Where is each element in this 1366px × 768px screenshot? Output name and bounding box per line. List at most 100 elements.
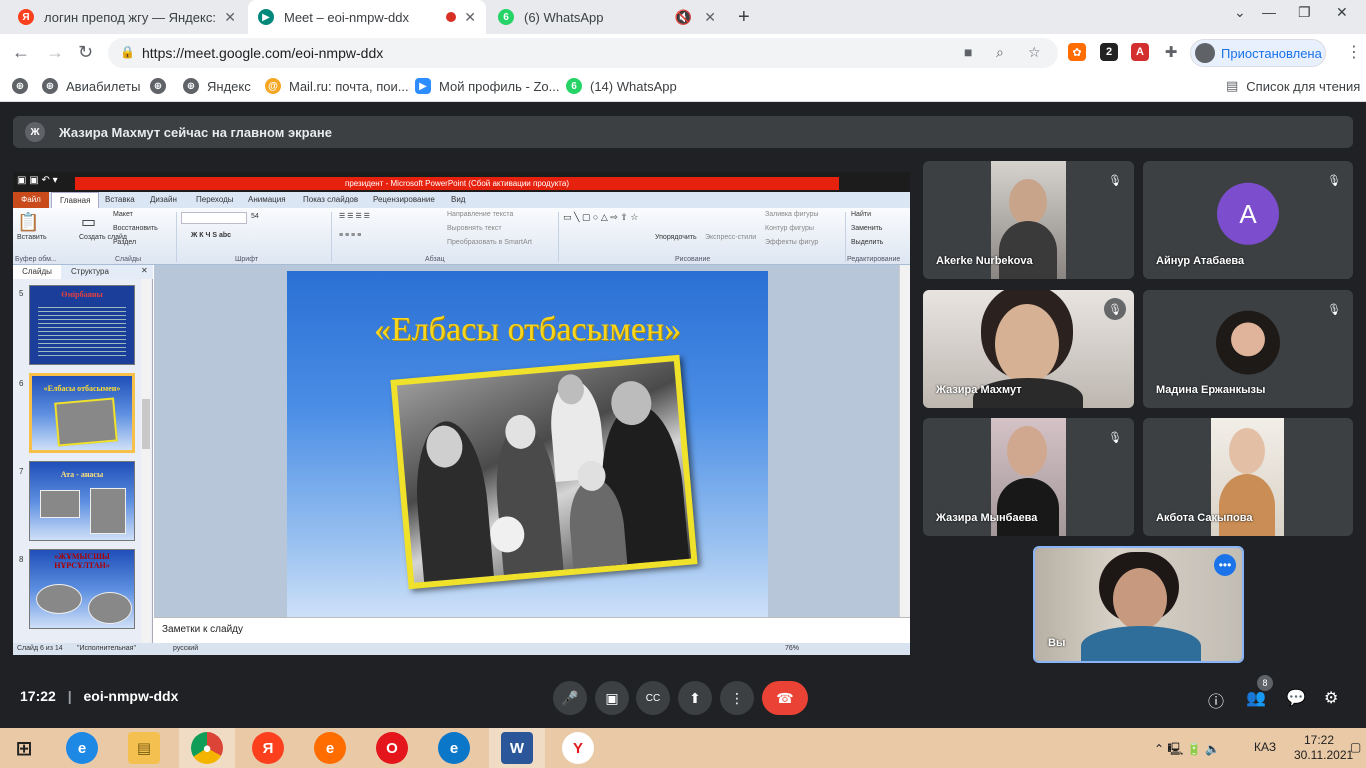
- ribbon-label: Преобразовать в SmartArt: [447, 239, 532, 246]
- present-button[interactable]: ⬆: [678, 681, 712, 715]
- minimize-button[interactable]: —: [1262, 4, 1276, 20]
- puzzle-icon[interactable]: ✚: [1162, 43, 1180, 61]
- close-icon[interactable]: ✕: [704, 9, 716, 26]
- participant-tile[interactable]: Акбота Сакыпова: [1143, 418, 1353, 536]
- more-options-button[interactable]: ⋮: [720, 681, 754, 715]
- extension-badge-icon[interactable]: 2: [1100, 43, 1118, 61]
- chat-icon[interactable]: 💬: [1286, 688, 1306, 708]
- tab-meet[interactable]: ▶ Meet – eoi-nmpw-ddx ✕: [248, 0, 486, 34]
- back-icon[interactable]: ←: [12, 42, 30, 63]
- windows-start-icon[interactable]: ⊞: [8, 732, 40, 764]
- mic-off-icon: 🎙: [1104, 426, 1126, 448]
- notifications-icon[interactable]: ▢: [1350, 740, 1361, 754]
- edge-icon[interactable]: e: [438, 732, 470, 764]
- close-icon[interactable]: ✕: [224, 9, 236, 26]
- bookmark-item[interactable]: ⊕ Авиабилеты: [42, 78, 140, 94]
- profile-label: Приостановлена: [1221, 45, 1322, 61]
- tray-icons[interactable]: ⌃ 🖳 🔋 🔈: [1154, 740, 1220, 761]
- activities-icon[interactable]: ⚙: [1324, 688, 1338, 708]
- info-icon[interactable]: ⓘ: [1208, 688, 1224, 712]
- camera-button[interactable]: ▣: [595, 681, 629, 715]
- participant-tile[interactable]: 🎙 Жазира Мынбаева: [923, 418, 1134, 536]
- new-slide-icon: ▭: [81, 214, 97, 231]
- bookmark-star-icon[interactable]: ☆: [1028, 44, 1041, 61]
- apps-icon[interactable]: ⊕: [12, 78, 36, 94]
- omnibox[interactable]: 🔒 https://meet.google.com/eoi-nmpw-ddx ■…: [108, 38, 1058, 68]
- profile-button[interactable]: Приостановлена: [1190, 39, 1326, 67]
- forward-icon[interactable]: →: [46, 42, 64, 63]
- reload-icon[interactable]: ↻: [78, 42, 93, 63]
- participant-tile[interactable]: 🎙 Akerke Nurbekova: [923, 161, 1134, 279]
- system-clock[interactable]: 17:22 30.11.2021: [1294, 733, 1353, 763]
- mic-off-icon: 🎙: [1323, 298, 1345, 320]
- slide-info: Слайд 6 из 14: [17, 645, 63, 652]
- ppt-tab: Вид: [451, 195, 466, 204]
- browser-tab-bar: Я логин препод жгу — Яндекс: на ✕ ▶ Meet…: [0, 0, 1366, 34]
- captions-button[interactable]: CC: [636, 681, 670, 715]
- bookmark-item[interactable]: @ Mail.ru: почта, пои...: [265, 78, 409, 94]
- pdf-icon[interactable]: A: [1131, 43, 1149, 61]
- zoom-icon[interactable]: ⌕: [996, 44, 1004, 61]
- participant-tile[interactable]: A 🎙 Айнур Атабаева: [1143, 161, 1353, 279]
- firefox-icon[interactable]: e: [314, 732, 346, 764]
- meet-area: Ж Жазира Махмут сейчас на главном экране…: [0, 103, 1366, 728]
- bookmark-item[interactable]: ⊕: [150, 78, 174, 94]
- person-face: [1009, 179, 1047, 225]
- person-face: [1113, 568, 1167, 630]
- mic-off-icon: 🎙: [1104, 298, 1126, 320]
- presenting-banner: Ж Жазира Махмут сейчас на главном экране: [13, 116, 1353, 148]
- font-style-icons: Ж К Ч S abc: [191, 232, 232, 239]
- input-language[interactable]: КАЗ: [1254, 740, 1276, 754]
- mic-off-icon: 🎙: [1323, 169, 1345, 191]
- lock-icon[interactable]: 🔒: [120, 45, 135, 59]
- menu-icon[interactable]: ⋮: [1346, 42, 1362, 62]
- slide-thumbnail: «ЖҰМЫСШЫ НҰРСҰЛТАН»: [29, 549, 135, 629]
- list-icons: ☰ ☰ ☰ ☰: [339, 213, 370, 220]
- mic-button[interactable]: 🎤: [553, 681, 587, 715]
- word-icon[interactable]: W: [501, 732, 533, 764]
- ribbon-label: Найти: [851, 211, 871, 218]
- slide-canvas: «Елбасы отбасымен»: [154, 265, 899, 617]
- participant-tile[interactable]: 🎙 Мадина Ержанкызы: [1143, 290, 1353, 408]
- participant-tile[interactable]: 🎙 Жазира Махмут: [923, 290, 1134, 408]
- yandex-icon: Я: [18, 9, 34, 25]
- bookmark-item[interactable]: ⊕ Яндекс: [183, 78, 251, 94]
- shared-screen[interactable]: ▣ ▣ ↶ ▾ президент - Microsoft PowerPoint…: [13, 172, 910, 655]
- restore-button[interactable]: ❐: [1298, 4, 1311, 21]
- photo-thumb: [36, 584, 82, 614]
- muted-speaker-icon[interactable]: 🔇: [675, 9, 692, 26]
- bookmark-item[interactable]: 6 (14) WhatsApp: [566, 78, 677, 94]
- globe-icon: ⊕: [150, 78, 166, 94]
- new-tab-button[interactable]: +: [738, 6, 750, 29]
- end-call-button[interactable]: ☎: [762, 681, 808, 715]
- self-view-tile[interactable]: ••• Вы: [1033, 546, 1244, 663]
- file-explorer-icon[interactable]: ▤: [128, 732, 160, 764]
- ribbon-label: Макет: [113, 211, 133, 218]
- meeting-code: eoi-nmpw-ddx: [83, 688, 179, 704]
- reading-list-button[interactable]: ▤ Список для чтения: [1226, 78, 1360, 94]
- internet-explorer-icon[interactable]: e: [66, 732, 98, 764]
- yandex-browser-icon[interactable]: Я: [252, 732, 284, 764]
- close-icon[interactable]: ✕: [464, 9, 476, 26]
- window-close-button[interactable]: ✕: [1336, 4, 1348, 21]
- globe-icon: ⊕: [183, 78, 199, 94]
- tab-search-icon[interactable]: ⌄: [1234, 4, 1246, 21]
- paste-icon: 📋: [17, 212, 40, 232]
- ppt-tab: Переходы: [196, 195, 234, 204]
- tab-whatsapp[interactable]: 6 (6) WhatsApp 🔇 ✕: [488, 0, 726, 34]
- people-icon[interactable]: 👥: [1246, 688, 1266, 708]
- camera-icon[interactable]: ■: [964, 44, 972, 60]
- url-text[interactable]: https://meet.google.com/eoi-nmpw-ddx: [142, 45, 383, 61]
- photo-thumb: [90, 488, 126, 534]
- quick-access-icon: ▣ ▣ ↶ ▾: [17, 175, 58, 186]
- more-options-icon[interactable]: •••: [1214, 554, 1236, 576]
- slides-panel-tabs: Слайды Структура ✕: [13, 265, 153, 279]
- bookmark-item[interactable]: ▶ Мой профиль - Zo...: [415, 78, 559, 94]
- chrome-icon[interactable]: ●: [191, 732, 223, 764]
- banner-text: Жазира Махмут сейчас на главном экране: [59, 124, 332, 140]
- ribbon-label: Эффекты фигур: [765, 239, 819, 246]
- yandex-icon[interactable]: Y: [562, 732, 594, 764]
- tab-yandex[interactable]: Я логин препод жгу — Яндекс: на ✕: [8, 0, 246, 34]
- extension-icon[interactable]: ✿: [1068, 43, 1086, 61]
- opera-icon[interactable]: O: [376, 732, 408, 764]
